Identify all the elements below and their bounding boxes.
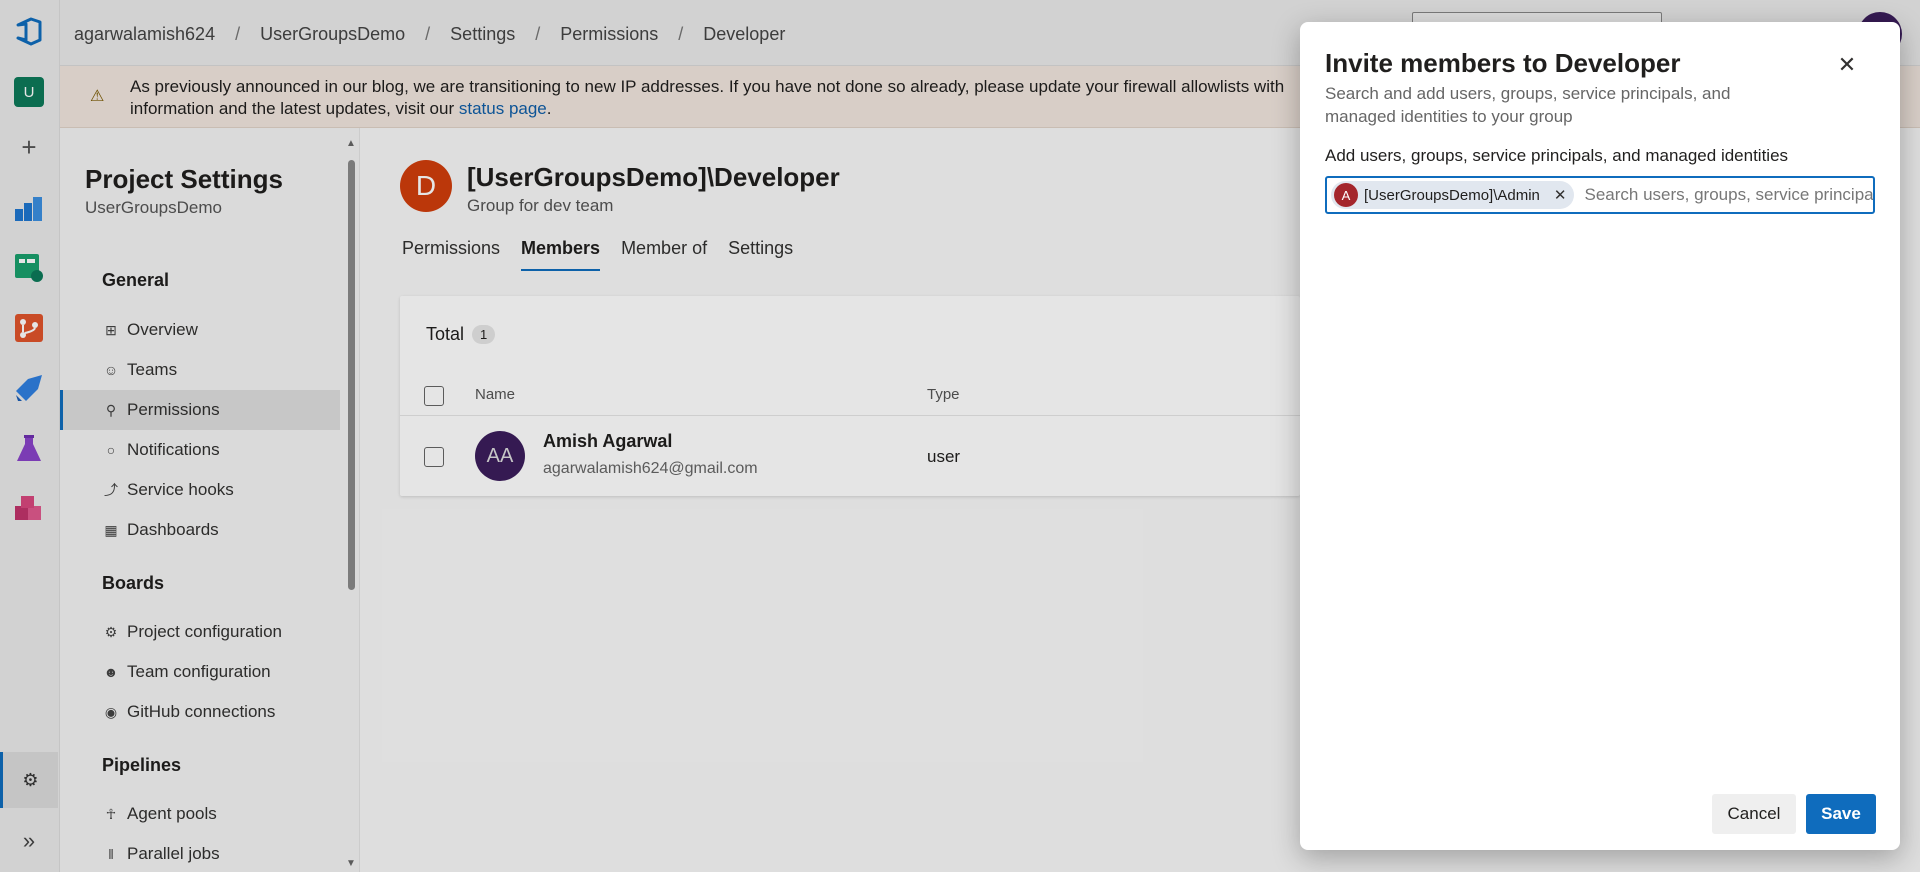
save-button[interactable]: Save	[1806, 794, 1876, 834]
selected-identity-chip[interactable]: A [UserGroupsDemo]\Admin ✕	[1331, 181, 1575, 209]
identity-field-label: Add users, groups, service principals, a…	[1325, 146, 1789, 165]
chip-label: [UserGroupsDemo]\Admin	[1364, 186, 1540, 204]
close-button[interactable]: ✕	[1836, 52, 1858, 77]
remove-chip-close-icon[interactable]: ✕	[1554, 186, 1567, 204]
dialog-title: Invite members to Developer	[1325, 48, 1681, 78]
close-icon: ✕	[1837, 52, 1857, 77]
invite-members-dialog: Invite members to Developer Search and a…	[1300, 22, 1900, 850]
identity-picker[interactable]: A [UserGroupsDemo]\Admin ✕	[1325, 176, 1875, 214]
cancel-button[interactable]: Cancel	[1712, 794, 1796, 834]
dialog-subtitle: Search and add users, groups, service pr…	[1325, 84, 1731, 126]
chip-avatar: A	[1334, 183, 1358, 207]
identity-search-input[interactable]	[1584, 185, 1873, 205]
